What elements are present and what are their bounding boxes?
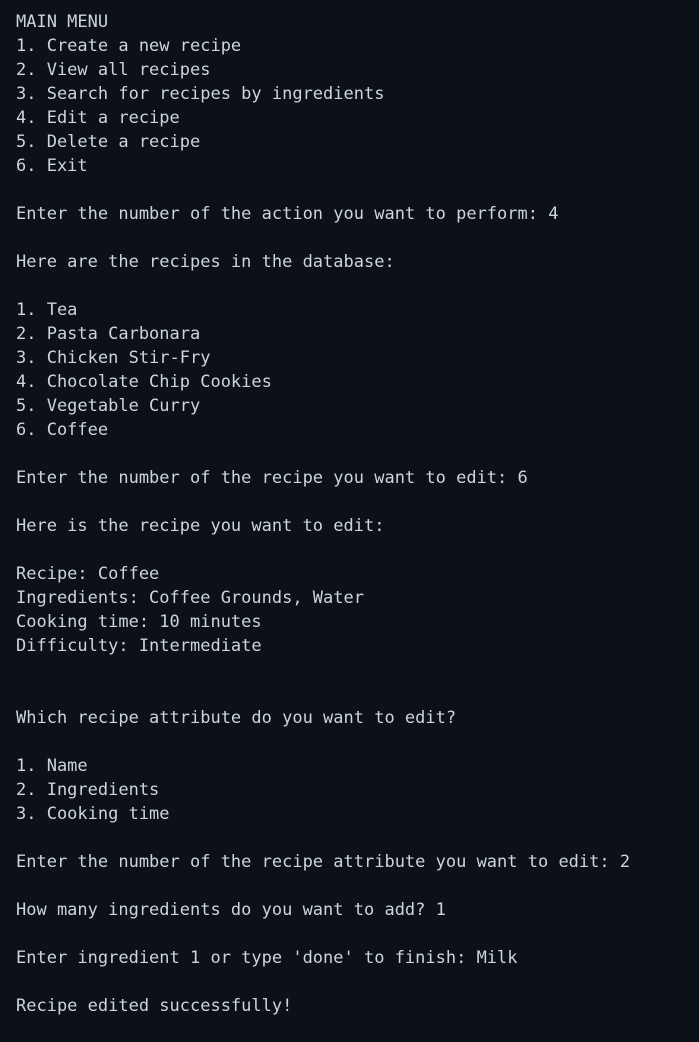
recipe-cooking-time: Cooking time: 10 minutes <box>16 612 262 632</box>
menu-option-exit: 6. Exit <box>16 156 88 176</box>
recipe-list-item: 4. Chocolate Chip Cookies <box>16 372 272 392</box>
attribute-option: 2. Ingredients <box>16 780 160 800</box>
recipes-heading: Here are the recipes in the database: <box>16 252 395 272</box>
attribute-question: Which recipe attribute do you want to ed… <box>16 708 457 728</box>
attribute-option: 1. Name <box>16 756 88 776</box>
action-prompt: Enter the number of the action you want … <box>16 204 559 224</box>
menu-option-search: 3. Search for recipes by ingredients <box>16 84 385 104</box>
menu-option-view: 2. View all recipes <box>16 60 211 80</box>
attribute-prompt: Enter the number of the recipe attribute… <box>16 852 631 872</box>
ingredient-entry-prompt: Enter ingredient 1 or type 'done' to fin… <box>16 948 518 968</box>
recipe-name: Recipe: Coffee <box>16 564 160 584</box>
menu-option-create: 1. Create a new recipe <box>16 36 242 56</box>
recipe-list-item: 1. Tea <box>16 300 78 320</box>
recipe-list-item: 6. Coffee <box>16 420 109 440</box>
recipe-ingredients: Ingredients: Coffee Grounds, Water <box>16 588 364 608</box>
menu-option-edit: 4. Edit a recipe <box>16 108 180 128</box>
attribute-option: 3. Cooking time <box>16 804 170 824</box>
recipe-difficulty: Difficulty: Intermediate <box>16 636 262 656</box>
ingredient-count-prompt: How many ingredients do you want to add?… <box>16 900 446 920</box>
recipe-list-item: 3. Chicken Stir-Fry <box>16 348 211 368</box>
recipe-detail-heading: Here is the recipe you want to edit: <box>16 516 385 536</box>
recipe-list-item: 2. Pasta Carbonara <box>16 324 201 344</box>
recipe-list-item: 5. Vegetable Curry <box>16 396 201 416</box>
recipe-select-prompt: Enter the number of the recipe you want … <box>16 468 528 488</box>
menu-option-delete: 5. Delete a recipe <box>16 132 201 152</box>
success-message: Recipe edited successfully! <box>16 996 293 1016</box>
terminal-output: MAIN MENU 1. Create a new recipe 2. View… <box>0 0 699 1042</box>
menu-title: MAIN MENU <box>16 12 109 32</box>
